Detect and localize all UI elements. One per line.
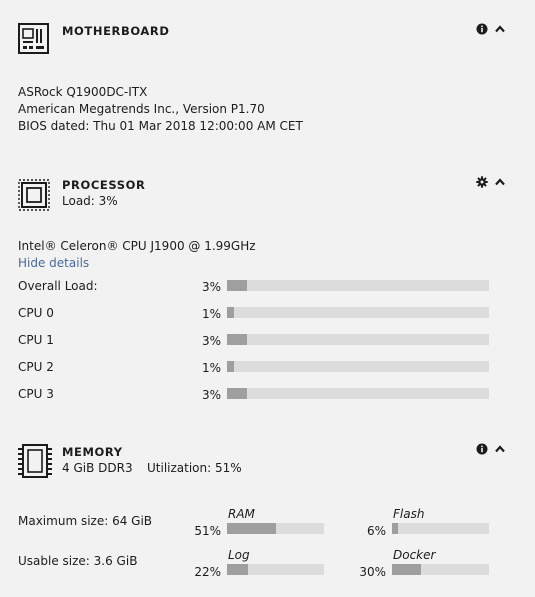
memory-gauge-label: Flash [393,507,425,521]
cpu-load-bar [227,388,489,399]
memory-usable-size: Usable size: 3.6 GiB [18,554,138,568]
collapse-chevron-icon[interactable] [494,23,506,35]
memory-gauge-bar [392,523,489,534]
cpu-load-bar [227,334,489,345]
memory-gauge-bar-fill [227,523,276,534]
memory-utilization: Utilization: 51% [147,461,242,475]
cpu-load-label: CPU 1 [18,333,54,347]
processor-model: Intel® Celeron® CPU J1900 @ 1.99GHz [18,239,256,253]
memory-max-size: Maximum size: 64 GiB [18,514,153,528]
bios-vendor: American Megatrends Inc., Version P1.70 [18,102,265,116]
memory-gauge-label: Docker [393,548,436,562]
cpu-load-value: 3% [201,334,221,348]
memory-gauge-bar [227,564,324,575]
memory-gauge-value: 51% [194,524,221,538]
memory-gauge-value: 22% [194,565,221,579]
cpu-load-bar-fill [227,307,234,318]
memory-gauge-bar [392,564,489,575]
cpu-load-bar-fill [227,334,247,345]
motherboard-title: MOTHERBOARD [62,24,170,38]
collapse-chevron-icon[interactable] [494,176,506,188]
cpu-load-value: 3% [201,280,221,294]
memory-gauge-bar-fill [227,564,248,575]
memory-icon [18,444,52,478]
memory-gauge-value: 6% [366,524,386,538]
cpu-load-value: 3% [201,388,221,402]
cpu-load-bar [227,361,489,372]
cpu-load-bar-fill [227,280,247,291]
cpu-load-label: CPU 2 [18,360,54,374]
cpu-load-bar-fill [227,388,247,399]
info-icon[interactable] [476,23,488,35]
processor-title: PROCESSOR [62,178,146,192]
memory-gauge-bar-fill [392,523,398,534]
cpu-load-label: Overall Load: [18,279,98,293]
cpu-load-label: CPU 0 [18,306,54,320]
board-model: ASRock Q1900DC-ITX [18,85,148,99]
gear-icon[interactable] [476,176,488,188]
memory-gauge-bar [227,523,324,534]
cpu-load-bar [227,280,489,291]
bios-date: BIOS dated: Thu 01 Mar 2018 12:00:00 AM … [18,119,303,133]
info-icon[interactable] [476,443,488,455]
memory-gauge-value: 30% [359,565,386,579]
hide-details-link[interactable]: Hide details [18,255,89,272]
cpu-load-bar [227,307,489,318]
cpu-load-label: CPU 3 [18,387,54,401]
processor-icon [18,179,50,211]
cpu-load-value: 1% [201,361,221,375]
memory-gauge-label: RAM [228,507,255,521]
memory-gauge-bar-fill [392,564,421,575]
memory-title: MEMORY [62,445,123,459]
cpu-load-bar-fill [227,361,234,372]
memory-installed: 4 GiB DDR3 [62,461,133,475]
cpu-load-value: 1% [201,307,221,321]
memory-gauge-label: Log [228,548,250,562]
processor-load: Load: 3% [62,194,118,208]
collapse-chevron-icon[interactable] [494,443,506,455]
motherboard-icon [18,23,49,54]
